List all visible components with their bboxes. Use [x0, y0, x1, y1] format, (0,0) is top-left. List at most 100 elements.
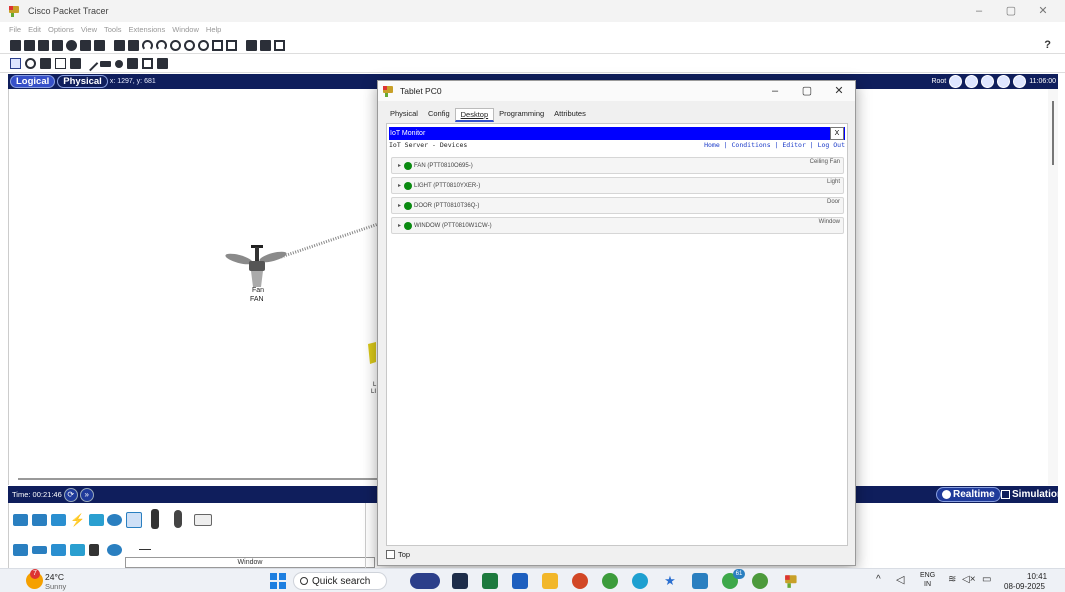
- add-simple-pdu-icon[interactable]: [142, 58, 153, 69]
- tab-programming[interactable]: Programming: [494, 108, 549, 122]
- store-icon[interactable]: ★: [662, 573, 678, 589]
- menu-extensions[interactable]: Extensions: [129, 25, 166, 34]
- iot-nav-links[interactable]: Home | Conditions | Editor | Log Out: [704, 141, 845, 149]
- task-view-icon[interactable]: [452, 573, 468, 589]
- menu-window[interactable]: Window: [172, 25, 199, 34]
- fan-device-icon[interactable]: [225, 243, 289, 289]
- add-complex-pdu-icon[interactable]: [157, 58, 168, 69]
- menu-help[interactable]: Help: [206, 25, 221, 34]
- freeform-icon[interactable]: [127, 58, 138, 69]
- line-icon[interactable]: [82, 55, 99, 72]
- zoom-out-icon[interactable]: [198, 39, 209, 51]
- device-row-door[interactable]: ▸ DOOR (PTT0810T36Q-) Door: [391, 197, 844, 214]
- menu-file[interactable]: File: [9, 25, 21, 34]
- iot-device-icon[interactable]: [174, 510, 182, 528]
- taskbar-date[interactable]: 08-09-2025: [1004, 582, 1045, 591]
- viewport-clock-icon[interactable]: [1013, 75, 1027, 88]
- device-row-fan[interactable]: ▸ FAN (PTT0810O695-) Ceiling Fan: [391, 157, 844, 174]
- copy-icon[interactable]: [114, 39, 125, 51]
- expand-arrow-icon[interactable]: ▸: [398, 182, 401, 189]
- set-tiled-background-icon[interactable]: [997, 75, 1011, 88]
- chrome-profile-icon[interactable]: [752, 573, 768, 589]
- smartphone-device-icon[interactable]: [151, 509, 159, 529]
- language-top[interactable]: ENG: [920, 572, 935, 579]
- image-icon[interactable]: [274, 39, 285, 51]
- tab-desktop[interactable]: Desktop: [454, 108, 495, 122]
- modal-maximize-button[interactable]: ▢: [796, 83, 818, 99]
- components-icon[interactable]: [51, 514, 66, 526]
- select-icon[interactable]: [10, 58, 21, 69]
- actuators-icon[interactable]: [107, 544, 122, 556]
- new-file-icon[interactable]: [10, 39, 21, 51]
- activity-wizard-icon[interactable]: [94, 39, 105, 51]
- smart-city-icon[interactable]: [32, 546, 47, 554]
- start-windows-icon[interactable]: [270, 573, 286, 589]
- custom-device-icon[interactable]: [226, 39, 237, 51]
- vertical-scrollbar[interactable]: [1048, 89, 1058, 485]
- info-icon[interactable]: [66, 39, 77, 51]
- miscellaneous-icon[interactable]: [89, 514, 104, 526]
- expand-arrow-icon[interactable]: ▸: [398, 222, 401, 229]
- battery-icon[interactable]: ▭: [982, 574, 991, 585]
- delete-icon[interactable]: [40, 58, 51, 69]
- multiuser-icon[interactable]: [107, 514, 122, 526]
- fast-forward-icon[interactable]: »: [79, 487, 94, 502]
- iot-monitor-close-button[interactable]: X: [830, 127, 844, 140]
- save-file-icon[interactable]: [38, 39, 49, 51]
- open-file-icon[interactable]: [24, 39, 35, 51]
- location-icon[interactable]: ◁: [896, 573, 904, 586]
- new-cluster-icon[interactable]: [965, 75, 979, 88]
- modal-minimize-button[interactable]: –: [764, 83, 786, 99]
- redo-icon[interactable]: [156, 39, 167, 51]
- tray-chevron-icon[interactable]: ^: [876, 574, 881, 585]
- excel-icon[interactable]: [482, 573, 498, 589]
- move-object-icon[interactable]: [981, 75, 995, 88]
- language-bottom[interactable]: IN: [924, 581, 931, 588]
- wifi-icon[interactable]: ≋: [948, 574, 956, 585]
- power-cycle-icon[interactable]: ⟳: [63, 487, 78, 502]
- expand-arrow-icon[interactable]: ▸: [398, 162, 401, 169]
- notepad-icon[interactable]: [692, 573, 708, 589]
- edge-icon[interactable]: [632, 573, 648, 589]
- server-device-icon[interactable]: [194, 514, 212, 526]
- word-icon[interactable]: [512, 573, 528, 589]
- zoom-reset-icon[interactable]: [184, 39, 195, 51]
- network-info-icon[interactable]: [80, 39, 91, 51]
- packet-tracer-taskbar-icon[interactable]: [784, 573, 800, 589]
- resize-icon[interactable]: [55, 58, 66, 69]
- industrial-icon[interactable]: [51, 544, 66, 556]
- menu-edit[interactable]: Edit: [28, 25, 41, 34]
- viewport-icon[interactable]: [246, 39, 257, 51]
- horizontal-scrollbar[interactable]: [18, 478, 378, 480]
- menu-tools[interactable]: Tools: [104, 25, 122, 34]
- tab-physical[interactable]: Physical: [385, 108, 423, 122]
- drawing-palette-icon[interactable]: [212, 39, 223, 51]
- ellipse-icon[interactable]: [115, 59, 123, 68]
- realtime-mode-button[interactable]: Realtime: [936, 487, 1001, 502]
- taskbar-search[interactable]: Quick search: [293, 572, 387, 590]
- taskbar-clock[interactable]: 10:41: [1027, 572, 1047, 581]
- zoom-in-icon[interactable]: [170, 39, 181, 51]
- back-icon[interactable]: [949, 75, 963, 88]
- minimize-button[interactable]: –: [966, 2, 992, 20]
- help-icon[interactable]: ?: [1044, 39, 1051, 51]
- top-checkbox[interactable]: [386, 550, 395, 559]
- powerpoint-icon[interactable]: [572, 573, 588, 589]
- simulation-mode-button[interactable]: Simulation: [996, 487, 1065, 502]
- tab-logical[interactable]: Logical: [10, 75, 56, 88]
- copilot-badge-icon[interactable]: [410, 573, 440, 589]
- connections-icon[interactable]: ⚡: [70, 514, 85, 526]
- close-button[interactable]: ✕: [1030, 2, 1056, 20]
- expand-arrow-icon[interactable]: ▸: [398, 202, 401, 209]
- tab-config[interactable]: Config: [423, 108, 455, 122]
- power-grid-icon[interactable]: [70, 544, 85, 556]
- volume-icon[interactable]: ◁×: [962, 574, 976, 585]
- menu-view[interactable]: View: [81, 25, 97, 34]
- rectangle-icon[interactable]: [100, 60, 111, 67]
- panel-divider[interactable]: [365, 503, 375, 568]
- tablet-device-icon[interactable]: [126, 512, 142, 528]
- tab-physical[interactable]: Physical: [57, 75, 108, 88]
- device-row-window[interactable]: ▸ WINDOW (PTT0810W1CW-) Window: [391, 217, 844, 234]
- modal-close-button[interactable]: ✕: [828, 83, 850, 99]
- maximize-button[interactable]: ▢: [998, 2, 1024, 20]
